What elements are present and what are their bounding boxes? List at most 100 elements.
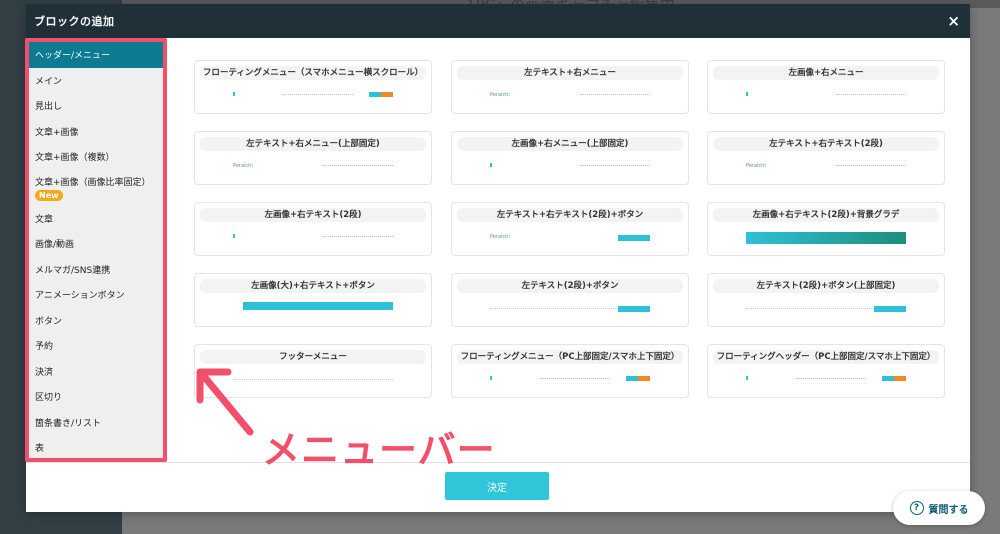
sidebar-item-label: ボタン [35,316,63,327]
block-card-title: 左テキスト+右テキスト(2段)+ボタン [457,208,683,222]
sidebar-item-label: 見出し [35,102,63,113]
sidebar-item-label: 決済 [35,367,54,378]
block-preview: Peraichi [490,231,650,245]
block-card[interactable]: 左画像+右テキスト(2段) [194,202,432,256]
preview-gradient-bar [746,232,906,244]
category-sidebar: ヘッダー/メニュー メイン見出し文章+画像文章+画像（複数） 文章+画像（画像比率固… [25,38,167,462]
preview-nav [323,236,393,238]
preview-button [874,306,906,312]
sidebar-item[interactable]: 見出し [29,93,163,119]
sidebar-item[interactable]: メルマガ/SNS連携 [29,257,163,283]
sidebar-item-label: 文章+画像（複数） [35,153,115,164]
block-card[interactable]: 左画像+右テキスト(2段)+背景グラデ [707,202,945,256]
block-card-title: フローティングメニュー（PC上部固定/スマホ上下固定） [457,350,683,364]
preview-nav [283,94,353,96]
block-preview [233,302,393,316]
preview-nav [540,378,610,380]
preview-nav [836,165,906,167]
sidebar-item-label: メイン [35,76,63,87]
sidebar-item[interactable]: ボタン [29,308,163,334]
preview-button [618,235,650,241]
sidebar-item-label: 表 [35,444,45,455]
sidebar-item[interactable]: 文章+画像 [29,119,163,145]
ask-question-button[interactable]: ? 質問する [893,491,985,525]
sidebar-item[interactable]: 画像/動画 [29,231,163,257]
sidebar-item[interactable]: 文章+画像（画像比率固定） New [29,170,163,206]
preview-logo: Peraichi [233,163,253,169]
block-card-title: フッターメニュー [200,350,426,364]
sidebar-item[interactable]: 区切り [29,384,163,410]
preview-logo-icon [490,376,500,380]
sidebar-item-label: アニメーションボタン [35,291,125,302]
block-card-title: 左画像+右メニュー(上部固定) [457,137,683,151]
block-preview [746,302,906,316]
block-card[interactable]: 左テキスト(2段)+ボタン [451,273,689,327]
sidebar-item[interactable]: 文章+画像（複数） [29,144,163,170]
block-card[interactable]: 左テキスト+右テキスト(2段) Peraichi [707,131,945,185]
preview-button [369,92,381,97]
block-preview: Peraichi [746,160,906,174]
sidebar-item[interactable]: 文章 [29,206,163,232]
preview-button [626,376,638,381]
sidebar-item[interactable]: メイン [29,68,163,94]
sidebar-item[interactable]: 表 [29,435,163,458]
block-card-title: フローティングヘッダー（PC上部固定/スマホ上下固定） [713,350,939,364]
annotation-label: メニューバー [262,428,496,472]
sidebar-item[interactable]: 予約 [29,333,163,359]
decide-button[interactable]: 決定 [445,472,549,500]
modal-title: ブロックの追加 [34,15,115,28]
block-card[interactable]: フローティングメニュー（スマホメニュー横スクロール） [194,60,432,114]
preview-logo-icon [746,376,756,380]
block-card-title: フローティングメニュー（スマホメニュー横スクロール） [200,66,426,80]
sidebar-item-label: ヘッダー/メニュー [35,51,111,62]
block-preview [233,231,393,245]
sidebar-item-label: 箇条書き/リスト [35,418,102,429]
preview-logo-icon [233,92,243,96]
block-preview [746,373,906,387]
question-icon: ? [909,501,924,515]
block-card[interactable]: 左画像(大)+右テキスト+ボタン [194,273,432,327]
preview-logo-icon [490,163,500,167]
preview-button [381,92,393,97]
block-card-title: 左画像+右メニュー [713,66,939,80]
block-card[interactable]: 左テキスト+右テキスト(2段)+ボタン Peraichi [451,202,689,256]
sidebar-item[interactable]: 決済 [29,359,163,385]
sidebar-item[interactable]: ヘッダー/メニュー [29,42,163,68]
block-card[interactable]: 左テキスト(2段)+ボタン(上部固定) [707,273,945,327]
preview-logo-icon [746,92,756,96]
preview-nav [796,378,866,380]
block-preview: Peraichi [233,160,393,174]
modal-footer: 決定 [26,462,970,512]
preview-button [894,376,906,381]
block-card-title: 左テキスト(2段)+ボタン(上部固定) [713,279,939,293]
block-card-title: 左画像+右テキスト(2段)+背景グラデ [713,208,939,222]
sidebar-item[interactable]: アニメーションボタン [29,282,163,308]
block-card[interactable]: フローティングメニュー（PC上部固定/スマホ上下固定） [451,344,689,398]
block-preview [490,373,650,387]
sidebar-item-label: メルマガ/SNS連携 [35,265,111,276]
block-card-title: 左テキスト+右メニュー(上部固定) [200,137,426,151]
block-card[interactable]: 左画像+右メニュー(上部固定) [451,131,689,185]
preview-image-bar [243,302,393,310]
sidebar-item[interactable]: 箇条書き/リスト [29,410,163,436]
block-card[interactable]: 左画像+右メニュー [707,60,945,114]
block-card-title: 左テキスト+右テキスト(2段) [713,137,939,151]
add-block-modal: ブロックの追加 × ヘッダー/メニュー メイン見出し文章+画像文章+画像（複数） 文… [25,4,970,512]
preview-button [638,376,650,381]
preview-logo-icon [233,234,243,238]
preview-logo: Peraichi [490,92,510,98]
block-grid: フローティングメニュー（スマホメニュー横スクロール） 左テキスト+右メニュー Per… [167,38,970,462]
block-card[interactable]: フローティングヘッダー（PC上部固定/スマホ上下固定） [707,344,945,398]
preview-button [882,376,894,381]
sidebar-item-label: 画像/動画 [35,240,75,251]
block-preview: Peraichi [490,89,650,103]
block-card-title: 左テキスト+右メニュー [457,66,683,80]
block-card[interactable]: 左テキスト+右メニュー(上部固定) Peraichi [194,131,432,185]
sidebar-item-label: 文章+画像 [35,127,79,138]
preview-nav [580,94,650,96]
block-card[interactable]: 左テキスト+右メニュー Peraichi [451,60,689,114]
sidebar-item-label: 予約 [35,342,54,353]
preview-button [618,306,650,312]
sidebar-item-label: 文章 [35,214,54,225]
close-icon[interactable]: × [947,13,960,29]
